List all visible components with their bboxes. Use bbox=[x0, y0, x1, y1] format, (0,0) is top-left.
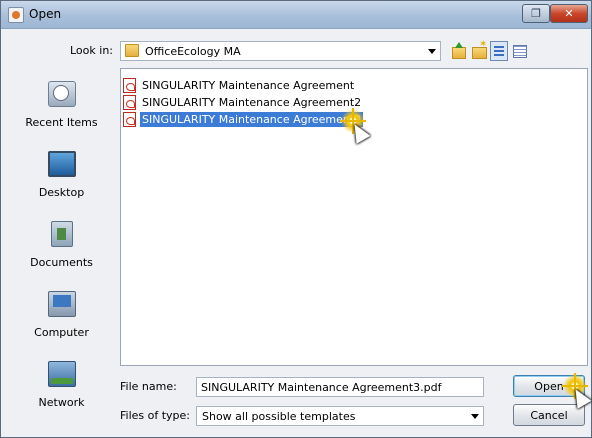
pdf-file-icon bbox=[123, 78, 136, 93]
place-documents[interactable]: Documents bbox=[10, 209, 113, 279]
java-app-icon bbox=[8, 7, 24, 23]
restore-button[interactable]: ❐ bbox=[522, 4, 550, 23]
file-name-text: SINGULARITY Maintenance Agreement3 bbox=[140, 112, 364, 127]
recent-items-icon bbox=[48, 81, 76, 107]
computer-icon bbox=[48, 291, 76, 317]
open-dialog: Open ❐ ✕ Look in: OfficeEcology MA Recen… bbox=[0, 0, 592, 438]
place-label: Desktop bbox=[38, 186, 85, 199]
new-folder-icon[interactable] bbox=[470, 39, 488, 61]
list-item[interactable]: SINGULARITY Maintenance Agreement bbox=[123, 77, 423, 94]
place-recent-items[interactable]: Recent Items bbox=[10, 69, 113, 139]
cancel-button[interactable]: Cancel bbox=[513, 404, 585, 426]
place-network[interactable]: Network bbox=[10, 349, 113, 419]
file-name-field[interactable] bbox=[196, 377, 484, 397]
desktop-icon bbox=[48, 151, 76, 177]
place-label: Recent Items bbox=[25, 116, 98, 129]
look-in-combo[interactable]: OfficeEcology MA bbox=[120, 41, 441, 61]
list-view-icon[interactable] bbox=[490, 41, 508, 61]
list-item[interactable]: SINGULARITY Maintenance Agreement2 bbox=[123, 94, 423, 111]
title-bar[interactable]: Open ❐ ✕ bbox=[1, 1, 591, 29]
place-label: Computer bbox=[34, 326, 89, 339]
window-title: Open bbox=[29, 7, 62, 21]
file-name-text: SINGULARITY Maintenance Agreement2 bbox=[142, 96, 362, 109]
place-desktop[interactable]: Desktop bbox=[10, 139, 113, 209]
close-button[interactable]: ✕ bbox=[550, 4, 588, 23]
look-in-label: Look in: bbox=[70, 44, 113, 57]
files-of-type-combo[interactable]: Show all possible templates bbox=[196, 406, 484, 426]
file-name-label: File name: bbox=[120, 380, 177, 393]
look-in-value: OfficeEcology MA bbox=[145, 45, 241, 58]
restore-icon: ❐ bbox=[531, 7, 541, 20]
files-of-type-label: Files of type: bbox=[120, 409, 191, 422]
chevron-down-icon[interactable] bbox=[471, 414, 479, 419]
documents-icon bbox=[51, 221, 73, 247]
pdf-file-icon bbox=[123, 112, 136, 127]
place-label: Network bbox=[38, 396, 85, 409]
network-icon bbox=[48, 361, 76, 387]
file-name-input[interactable] bbox=[197, 378, 483, 396]
pdf-file-icon bbox=[123, 95, 136, 110]
places-bar: Recent Items Desktop Documents Computer … bbox=[10, 69, 113, 429]
file-name-text: SINGULARITY Maintenance Agreement bbox=[142, 79, 355, 92]
close-icon: ✕ bbox=[564, 7, 574, 20]
list-item-selected[interactable]: SINGULARITY Maintenance Agreement3 bbox=[123, 111, 423, 128]
details-view-icon[interactable] bbox=[510, 41, 528, 61]
folder-icon bbox=[125, 44, 139, 57]
place-computer[interactable]: Computer bbox=[10, 279, 113, 349]
chevron-down-icon[interactable] bbox=[428, 49, 436, 54]
files-of-type-value: Show all possible templates bbox=[202, 410, 356, 423]
place-label: Documents bbox=[30, 256, 93, 269]
up-one-level-icon[interactable] bbox=[449, 41, 467, 61]
